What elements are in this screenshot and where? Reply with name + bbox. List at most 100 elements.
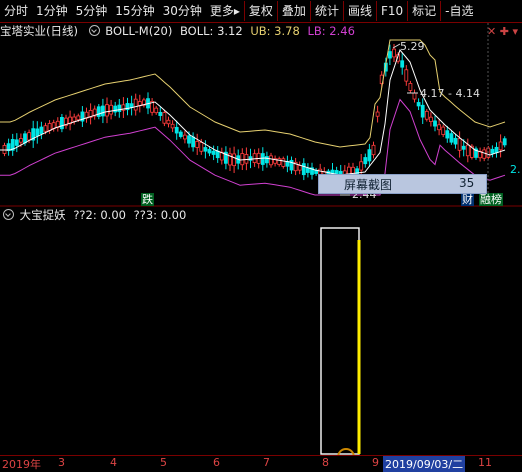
candle-body: [18, 138, 23, 143]
candle-body: [363, 157, 368, 165]
candle-body: [47, 123, 52, 131]
candle-body: [39, 126, 44, 135]
candle-body: [264, 156, 269, 164]
candle-body: [502, 138, 507, 146]
candle-body: [412, 92, 417, 100]
candle-body: [428, 116, 433, 123]
candle-body: [211, 150, 216, 155]
candle-body: [166, 119, 171, 125]
candle-body: [457, 138, 462, 151]
time-axis: 2019年 3 4 5 6 7 8 9 2019/09/03/二 11: [0, 455, 522, 472]
candle-body: [424, 110, 429, 120]
tooltip-label: 屏幕截图: [344, 178, 393, 192]
candle-body: [494, 146, 499, 154]
candle-body: [232, 153, 237, 167]
candle-body: [154, 107, 159, 114]
axis-label-4: 4: [110, 456, 117, 469]
candle-body: [178, 131, 183, 137]
candle-body: [416, 102, 421, 107]
candle-body: [191, 136, 196, 148]
indicator-v2: ??3: 0.00: [133, 208, 187, 222]
candle-body: [252, 153, 257, 163]
candle-body: [301, 163, 306, 176]
axis-label-11: 11: [478, 456, 492, 469]
candle-body: [199, 142, 204, 152]
candle-body: [76, 115, 81, 121]
tooltip-value: 35: [459, 176, 475, 190]
candle-body: [408, 83, 413, 91]
axis-cursor-date: 2019/09/03/二: [383, 456, 466, 472]
kline-chart[interactable]: [0, 0, 522, 455]
candle-body: [27, 132, 32, 141]
candle-body: [105, 104, 109, 117]
candle-body: [170, 123, 175, 129]
candle-body: [433, 120, 437, 127]
candle-body: [133, 98, 138, 111]
candle-body: [465, 144, 470, 157]
candle-body: [203, 147, 208, 152]
indicator-toggle-icon[interactable]: [3, 209, 14, 220]
candle-body: [174, 126, 179, 134]
candle-body: [404, 69, 409, 82]
high-price-label: 5.29: [400, 40, 425, 53]
axis-label-9: 9: [372, 456, 379, 469]
candle-body: [453, 137, 458, 145]
signal-bar: [320, 227, 361, 455]
candle-body: [260, 153, 265, 165]
mid-price-label: 4.17 - 4.14: [420, 87, 480, 100]
candle-body: [113, 105, 118, 113]
candle-body: [392, 48, 396, 58]
candle-body: [195, 140, 200, 148]
candle-body: [269, 155, 273, 166]
candlestick-series: [2, 43, 507, 187]
cai-tag[interactable]: 财: [461, 193, 474, 206]
candle-body: [441, 126, 446, 135]
candle-body: [445, 130, 450, 139]
candle-body: [400, 60, 405, 68]
candle-body: [498, 141, 503, 151]
candle-body: [109, 104, 113, 115]
candle-body: [96, 106, 101, 117]
right-axis-value: 2.: [510, 163, 521, 176]
candle-body: [387, 51, 392, 59]
indicator-title[interactable]: 大宝捉妖: [20, 207, 66, 223]
candle-body: [215, 150, 220, 159]
candle-body: [490, 148, 495, 154]
candle-body: [277, 158, 282, 165]
candle-body: [367, 149, 372, 162]
candle-body: [2, 145, 7, 154]
candle-body: [14, 139, 19, 146]
screenshot-tooltip[interactable]: 屏幕截图 35: [318, 174, 487, 194]
candle-body: [101, 105, 105, 117]
candle-body: [461, 145, 466, 150]
axis-label-5: 5: [160, 456, 167, 469]
axis-label-year: 2019年: [2, 458, 41, 471]
candle-body: [162, 112, 167, 124]
candle-body: [117, 104, 122, 113]
axis-label-7: 7: [263, 456, 270, 469]
candle-body: [23, 133, 27, 144]
candle-body: [482, 149, 487, 159]
indicator-v1: ??2: 0.00: [73, 208, 126, 222]
signal-box-white: [320, 227, 360, 455]
candle-body: [305, 167, 310, 173]
candle-body: [158, 111, 163, 116]
candle-body: [359, 161, 364, 171]
candle-body: [375, 111, 380, 117]
candle-body: [371, 144, 376, 156]
candle-body: [240, 153, 245, 166]
indicator-header: 大宝捉妖 ??2: 0.00 ??3: 0.00: [0, 207, 522, 223]
candle-body: [182, 134, 187, 140]
candle-body: [244, 154, 249, 164]
axis-label-6: 6: [213, 456, 220, 469]
candle-body: [72, 116, 77, 122]
axis-label-8: 8: [322, 456, 329, 469]
candle-body: [60, 117, 64, 130]
candle-body: [187, 135, 191, 144]
candle-body: [437, 124, 442, 131]
candle-body: [449, 133, 454, 143]
candle-body: [281, 158, 286, 167]
die-tag[interactable]: 跌: [141, 193, 154, 206]
candle-body: [297, 165, 302, 171]
rong-tag[interactable]: 融榜: [479, 193, 503, 206]
